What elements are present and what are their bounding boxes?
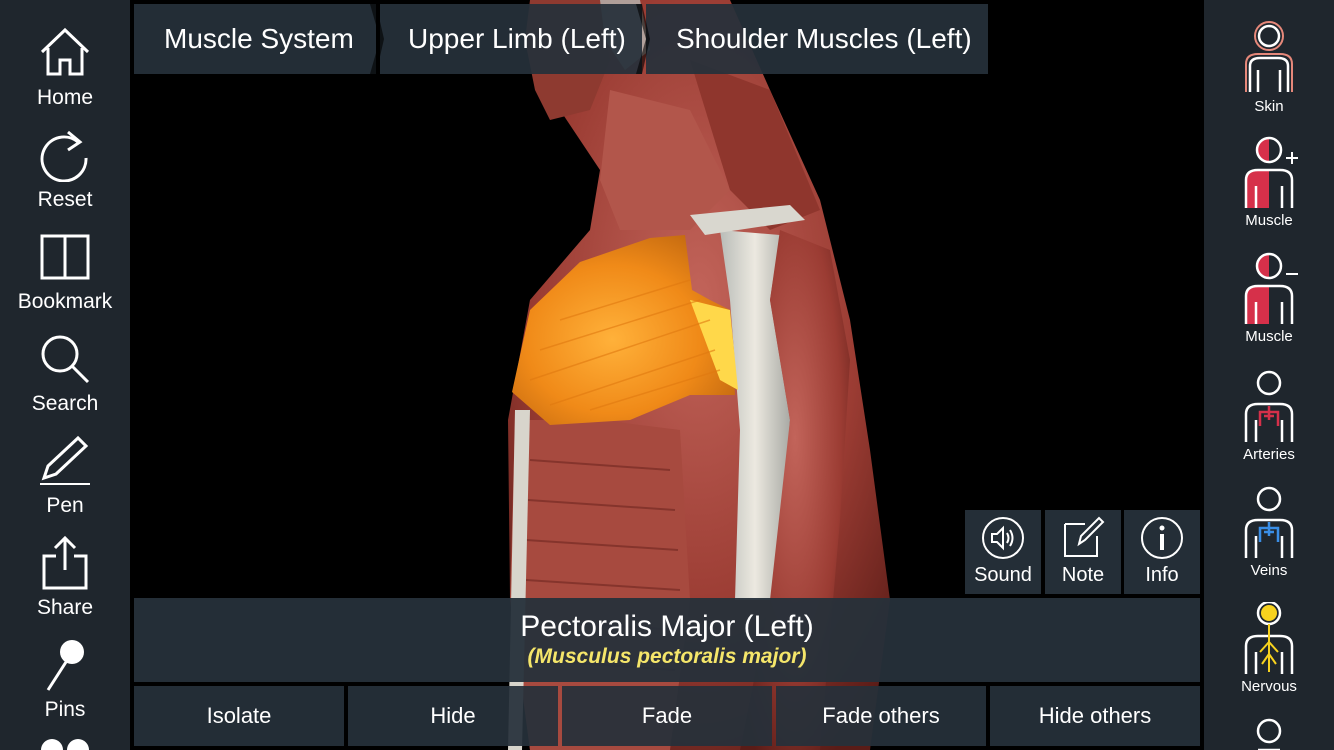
- sound-label: Sound: [974, 564, 1032, 586]
- skeleton-layer-icon: [1256, 718, 1282, 750]
- reset-button[interactable]: Reset: [0, 106, 130, 211]
- arteries-layer-icon: [1244, 370, 1294, 442]
- pin-icon: [46, 640, 84, 691]
- info-button[interactable]: Info: [1124, 510, 1200, 594]
- muscle-add-icon: [1244, 136, 1298, 208]
- reset-icon: [40, 130, 88, 182]
- layer-veins-button[interactable]: Veins: [1204, 486, 1334, 598]
- share-button[interactable]: Share: [0, 514, 130, 619]
- nervous-layer-icon: [1244, 602, 1294, 674]
- search-button[interactable]: Search: [0, 310, 130, 415]
- breadcrumb-upper-limb[interactable]: Upper Limb (Left): [380, 4, 642, 74]
- note-icon: [1064, 516, 1105, 557]
- breadcrumb-muscle-system[interactable]: Muscle System: [134, 4, 376, 74]
- structure-name: Pectoralis Major (Left): [520, 610, 814, 643]
- isolate-button[interactable]: Isolate: [134, 686, 344, 746]
- note-label: Note: [1061, 564, 1105, 586]
- veins-label: Veins: [1250, 562, 1288, 579]
- pen-icon: [40, 435, 90, 485]
- fade-button[interactable]: Fade: [562, 686, 772, 746]
- breadcrumb-separator-icon: [370, 4, 384, 74]
- info-label: Info: [1145, 564, 1179, 586]
- hide-others-button[interactable]: Hide others: [990, 686, 1200, 746]
- selection-info-panel: Pectoralis Major (Left) (Musculus pector…: [134, 598, 1200, 682]
- search-icon: [41, 335, 90, 384]
- nervous-label: Nervous: [1241, 678, 1297, 695]
- note-button[interactable]: Note: [1045, 510, 1121, 594]
- structure-latin-name: (Musculus pectoralis major): [527, 645, 807, 668]
- muscle-add-label: Muscle: [1245, 212, 1293, 229]
- arteries-label: Arteries: [1243, 446, 1295, 463]
- layer-skin-button[interactable]: Skin: [1204, 20, 1334, 132]
- hide-button[interactable]: Hide: [348, 686, 558, 746]
- speaker-icon: [982, 517, 1024, 559]
- home-icon: [40, 27, 90, 76]
- layer-muscle-add-button[interactable]: Muscle: [1204, 136, 1334, 248]
- layer-arteries-button[interactable]: Arteries: [1204, 370, 1334, 482]
- share-icon: [42, 536, 88, 590]
- muscle-remove-label: Muscle: [1245, 328, 1293, 345]
- skin-label: Skin: [1254, 98, 1284, 115]
- pen-button[interactable]: Pen: [0, 412, 130, 517]
- sound-button[interactable]: Sound: [965, 510, 1041, 594]
- pins-label: Pins: [44, 698, 86, 721]
- pins-button[interactable]: Pins: [0, 616, 130, 721]
- breadcrumb-separator-icon: [636, 4, 650, 74]
- veins-layer-icon: [1244, 486, 1294, 558]
- info-icon: [1141, 517, 1183, 559]
- muscle-remove-icon: [1244, 252, 1298, 324]
- layer-muscle-remove-button[interactable]: Muscle: [1204, 252, 1334, 364]
- more-options-icon[interactable]: [40, 738, 90, 750]
- bookmark-button[interactable]: Bookmark: [0, 208, 130, 313]
- layer-nervous-button[interactable]: Nervous: [1204, 602, 1334, 714]
- fade-others-button[interactable]: Fade others: [776, 686, 986, 746]
- layer-more-button[interactable]: [1204, 718, 1334, 750]
- home-button[interactable]: Home: [0, 4, 130, 109]
- skin-layer-icon: [1245, 21, 1293, 92]
- breadcrumb-shoulder-muscles[interactable]: Shoulder Muscles (Left): [646, 4, 988, 74]
- book-icon: [40, 234, 90, 280]
